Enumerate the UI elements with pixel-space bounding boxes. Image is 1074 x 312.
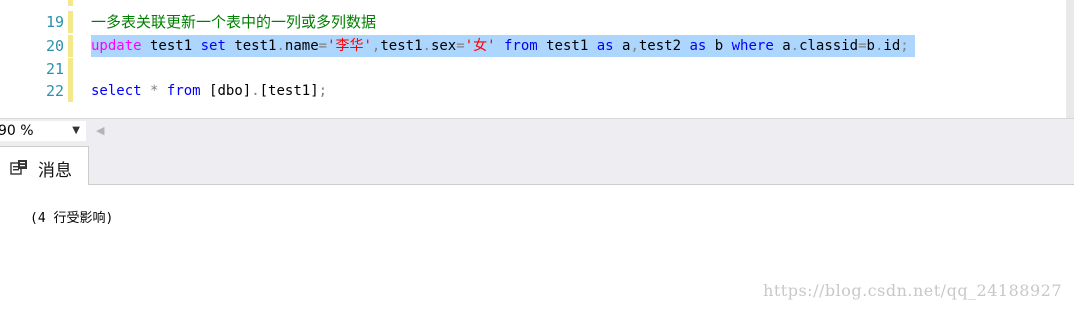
tok: test1 — [141, 38, 201, 54]
sql-comment: 一多表关联更新一个表中的一列或多列数据 — [91, 13, 377, 31]
editor-line: 22 select * from [dbo].[test1]; — [0, 80, 1066, 102]
kw-update: update — [91, 38, 142, 54]
change-marker — [68, 0, 73, 6]
tok: classid — [799, 38, 859, 54]
results-tab-strip: 消息 — [0, 144, 1074, 185]
tok: ; — [318, 83, 328, 99]
change-marker — [68, 11, 73, 33]
tok: ; — [900, 38, 909, 54]
tok: = — [318, 38, 328, 54]
tok: name — [284, 38, 319, 54]
tok: test2 — [638, 38, 690, 54]
tok: test1 — [225, 38, 277, 54]
kw-where: where — [731, 38, 774, 54]
query-editor[interactable]: 18 19 一多表关联更新一个表中的一列或多列数据 20 update test… — [0, 0, 1074, 118]
tok: . — [276, 38, 285, 54]
editor-vertical-scrollbar[interactable] — [1066, 0, 1074, 118]
code-text[interactable]: 一多表关联更新一个表中的一列或多列数据 — [91, 11, 376, 33]
kw-select: select — [91, 83, 142, 99]
editor-line: 19 一多表关联更新一个表中的一列或多列数据 — [0, 11, 1066, 33]
zoom-value: 90 % — [0, 123, 34, 139]
zoom-dropdown[interactable]: 90 % ▼ — [0, 121, 86, 141]
tok: . — [251, 83, 260, 99]
line-number: 21 — [45, 60, 64, 78]
string-literal: '女' — [464, 38, 496, 54]
tok: [test1] — [259, 83, 319, 99]
line-number: 22 — [45, 82, 64, 100]
editor-line-selected: 20 update test1 set test1.name='李华',test… — [0, 35, 1066, 57]
tab-label: 消息 — [38, 161, 72, 181]
tok: [dbo] — [200, 83, 252, 99]
watermark: https://blog.csdn.net/qq_24188927 — [763, 281, 1062, 300]
scroll-left-arrow-icon[interactable]: ◀ — [96, 124, 104, 137]
tok: = — [456, 38, 465, 54]
kw-from: from — [503, 38, 538, 54]
tab-messages[interactable]: 消息 — [0, 146, 89, 185]
editor-line: 18 — [0, 0, 1066, 6]
messages-pane[interactable]: (4 行受影响) https://blog.csdn.net/qq_241889… — [0, 185, 1074, 312]
tok: test1 — [537, 38, 597, 54]
tok: b — [866, 38, 875, 54]
change-marker — [68, 80, 73, 102]
tok: = — [858, 38, 867, 54]
tok: . — [790, 38, 800, 54]
tok: id — [883, 38, 901, 54]
string-literal: '李华' — [327, 38, 372, 54]
tok: a — [613, 38, 631, 54]
change-marker — [68, 35, 73, 57]
line-number: 19 — [45, 13, 64, 31]
tok: test1 — [380, 38, 423, 54]
code-text-selected[interactable]: update test1 set test1.name='李华',test1.s… — [91, 35, 915, 57]
editor-line: 21 — [0, 58, 1066, 80]
kw-as: as — [596, 38, 614, 54]
change-marker — [68, 58, 73, 80]
kw-from: from — [166, 83, 201, 99]
tok: a — [773, 38, 791, 54]
tok — [496, 38, 504, 54]
chevron-down-icon: ▼ — [72, 125, 80, 136]
tok — [158, 83, 166, 99]
line-number: 20 — [45, 37, 64, 55]
tok: . — [422, 38, 431, 54]
messages-icon — [10, 160, 27, 175]
kw-as: as — [689, 38, 707, 54]
code-text[interactable]: select * from [dbo].[test1]; — [91, 80, 327, 102]
rows-affected-message: (4 行受影响) — [30, 211, 114, 226]
kw-set: set — [200, 38, 226, 54]
tok: b — [706, 38, 732, 54]
tok: sex — [430, 38, 457, 54]
zoom-bar: 90 % ▼ ◀ — [0, 118, 1074, 145]
tok: , — [630, 38, 639, 54]
line-number: 18 — [0, 0, 64, 6]
tok — [142, 83, 150, 99]
